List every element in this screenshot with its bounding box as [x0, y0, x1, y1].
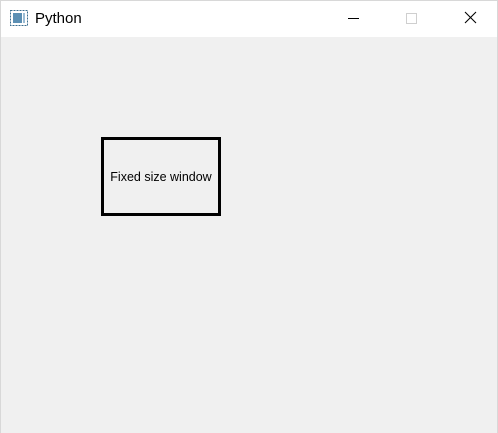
title-bar[interactable]: Python: [1, 1, 497, 37]
maximize-button[interactable]: [388, 1, 434, 35]
window-title: Python: [35, 10, 82, 27]
fixed-size-label-text: Fixed size window: [110, 169, 212, 184]
minimize-icon: [348, 18, 359, 19]
close-icon: [464, 11, 477, 24]
minimize-button[interactable]: [330, 1, 376, 35]
fixed-size-label: Fixed size window: [101, 137, 221, 216]
close-button[interactable]: [447, 1, 493, 35]
python-app-icon[interactable]: [10, 10, 28, 26]
app-window: Python Fixed size window: [0, 0, 498, 433]
maximize-icon: [406, 13, 417, 24]
window-client-area: Fixed size window: [1, 37, 497, 433]
